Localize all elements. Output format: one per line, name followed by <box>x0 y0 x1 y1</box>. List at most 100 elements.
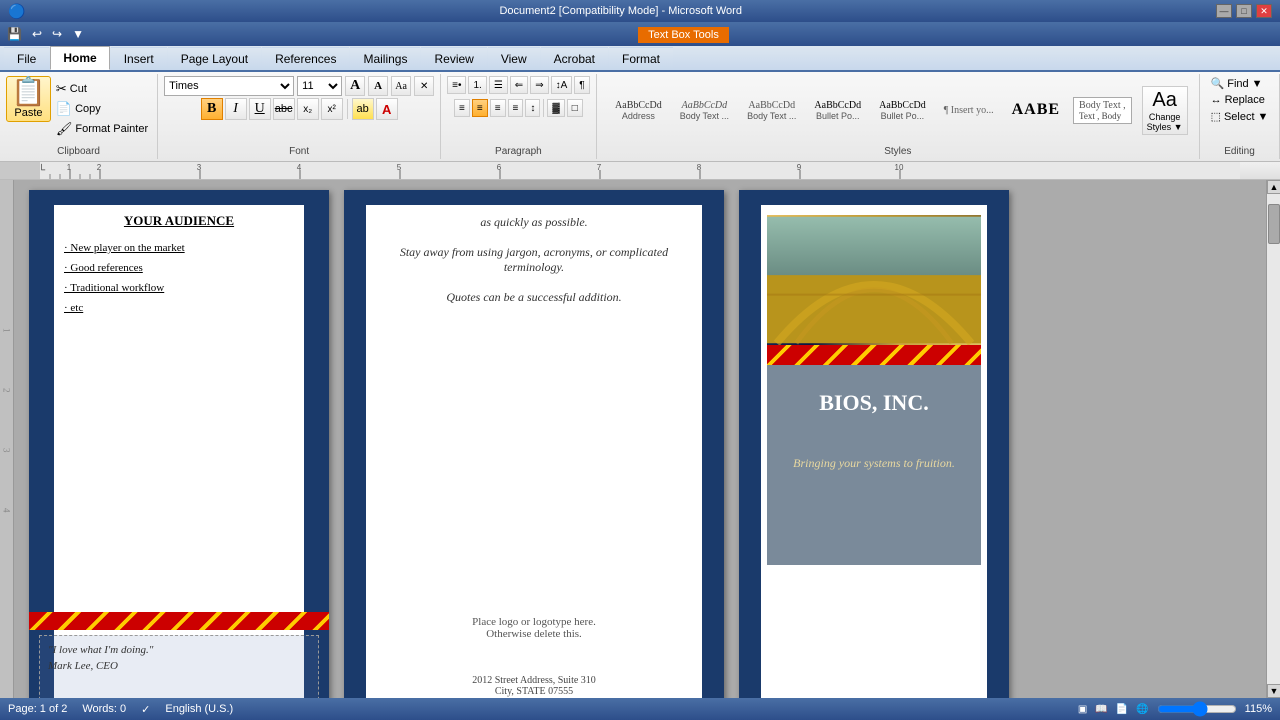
style-body-text-2[interactable]: AaBbCcDd Body Text ... <box>740 97 803 124</box>
minimize-button[interactable]: — <box>1216 4 1232 18</box>
style-address[interactable]: AaBbCcDd Address <box>608 97 669 124</box>
word-count: Words: 0 <box>82 703 126 715</box>
view-web-button[interactable]: 🌐 <box>1136 704 1148 715</box>
copy-button[interactable]: 📄 Copy <box>53 100 151 118</box>
page-3[interactable]: BIOS, INC. Bringing your systems to frui… <box>739 190 1009 698</box>
p1-content[interactable]: · New player on the market · Good refere… <box>29 237 329 327</box>
find-button[interactable]: 🔍 Find ▼ <box>1208 76 1266 91</box>
undo-qa-button[interactable]: ↩ <box>29 25 45 43</box>
view-reading-button[interactable]: 📖 <box>1095 704 1107 715</box>
change-case-button[interactable]: Aa <box>391 76 411 96</box>
p2-text1: as quickly as possible. <box>372 205 696 240</box>
strikethrough-button[interactable]: abc <box>273 98 295 120</box>
bullets-button[interactable]: ≡• <box>447 76 466 94</box>
p2-right-stripe <box>702 190 724 698</box>
style-text-body[interactable]: Body Text , Text , Body <box>1073 97 1132 124</box>
increase-indent-button[interactable]: ⇒ <box>530 76 548 94</box>
align-right-button[interactable]: ≡ <box>490 99 506 117</box>
customize-qa-button[interactable]: ▼ <box>69 25 87 43</box>
title-bar: 🔵 Document2 [Compatibility Mode] - Micro… <box>0 0 1280 22</box>
font-color-button[interactable]: A <box>376 98 398 120</box>
p1-header: YOUR AUDIENCE <box>29 205 329 237</box>
view-normal-button[interactable]: ▣ <box>1078 704 1087 715</box>
svg-text:10: 10 <box>895 163 904 172</box>
language[interactable]: English (U.S.) <box>165 703 233 715</box>
tab-mailings[interactable]: Mailings <box>350 47 420 70</box>
font-size-select[interactable]: 11 <box>297 76 342 96</box>
paragraph-group: ≡• 1. ☰ ⇐ ⇒ ↕A ¶ ≡ ≡ ≡ ≡ ↕ ▓ □ Paragraph <box>441 74 596 159</box>
style-insert[interactable]: ¶ Insert yo... <box>937 102 1001 119</box>
paste-button[interactable]: 📋 Paste <box>6 76 51 122</box>
font-name-select[interactable]: Times <box>164 76 294 96</box>
view-print-button[interactable]: 📄 <box>1116 704 1128 715</box>
italic-button[interactable]: I <box>225 98 247 120</box>
format-painter-button[interactable]: 🖌 Format Painter <box>53 120 151 138</box>
scroll-thumb[interactable] <box>1268 204 1280 244</box>
scroll-track[interactable] <box>1267 194 1280 684</box>
tab-acrobat[interactable]: Acrobat <box>541 47 608 70</box>
replace-button[interactable]: ↔ Replace <box>1208 93 1268 107</box>
scroll-up-button[interactable]: ▲ <box>1267 180 1280 194</box>
style-body-text-1[interactable]: AaBbCcDd Body Text ... <box>673 97 736 124</box>
change-styles-button[interactable]: Aa ChangeStyles ▼ <box>1142 86 1188 135</box>
p1-quote-box[interactable]: "I love what I'm doing." Mark Lee, CEO <box>39 635 319 698</box>
tab-review[interactable]: Review <box>421 47 486 70</box>
ruler: // ticks rendered via CSS background 1 2… <box>0 162 1280 180</box>
p2-main-content[interactable]: as quickly as possible. Stay away from u… <box>372 205 696 315</box>
svg-text:8: 8 <box>697 163 702 172</box>
style-heading[interactable]: AABE <box>1005 98 1067 122</box>
svg-text:6: 6 <box>497 163 502 172</box>
tab-insert[interactable]: Insert <box>111 47 167 70</box>
tab-view[interactable]: View <box>488 47 540 70</box>
tab-page-layout[interactable]: Page Layout <box>168 47 261 70</box>
p2-logo-area[interactable]: Place logo or logotype here. Otherwise d… <box>372 611 696 645</box>
justify-button[interactable]: ≡ <box>508 99 524 117</box>
shading-button[interactable]: ▓ <box>547 99 564 117</box>
tab-references[interactable]: References <box>262 47 349 70</box>
redo-qa-button[interactable]: ↪ <box>49 25 65 43</box>
tab-home[interactable]: Home <box>50 46 109 70</box>
document-area: 1 2 3 4 YOUR AUDIENCE · New player on th… <box>0 180 1280 698</box>
close-button[interactable]: ✕ <box>1256 4 1272 18</box>
underline-button[interactable]: U <box>249 98 271 120</box>
multilevel-button[interactable]: ☰ <box>489 76 508 94</box>
style-bullet-1[interactable]: AaBbCcDd Bullet Po... <box>807 97 868 124</box>
align-center-button[interactable]: ≡ <box>472 99 488 117</box>
numbering-button[interactable]: 1. <box>468 76 486 94</box>
line-spacing-button[interactable]: ↕ <box>525 99 540 117</box>
save-qa-button[interactable]: 💾 <box>4 25 25 43</box>
page-1[interactable]: YOUR AUDIENCE · New player on the market… <box>29 190 329 698</box>
shrink-font-button[interactable]: A <box>368 76 388 96</box>
borders-button[interactable]: □ <box>567 99 583 117</box>
p2-content-area[interactable] <box>372 315 696 615</box>
tab-file[interactable]: File <box>4 47 49 70</box>
scroll-down-button[interactable]: ▼ <box>1267 684 1280 698</box>
page-2[interactable]: as quickly as possible. Stay away from u… <box>344 190 724 698</box>
clear-format-button[interactable]: ✕ <box>414 76 434 96</box>
decrease-indent-button[interactable]: ⇐ <box>510 76 528 94</box>
p1-whitespace[interactable] <box>29 327 329 607</box>
superscript-button[interactable]: x² <box>321 98 343 120</box>
status-bar: Page: 1 of 2 Words: 0 ✓ English (U.S.) ▣… <box>0 698 1280 720</box>
p1-bottom-stripe <box>29 612 329 630</box>
bold-button[interactable]: B <box>201 98 223 120</box>
show-formatting-button[interactable]: ¶ <box>574 76 589 94</box>
spell-check-icon[interactable]: ✓ <box>141 703 150 716</box>
sort-button[interactable]: ↕A <box>551 76 573 94</box>
highlight-button[interactable]: ab <box>352 98 374 120</box>
textbox-tools-label: Text Box Tools <box>638 27 729 43</box>
cut-button[interactable]: ✂ Cut <box>53 80 151 98</box>
p3-right-stripe <box>987 190 1009 698</box>
style-bullet-2[interactable]: AaBbCcDd Bullet Po... <box>872 97 933 124</box>
grow-font-button[interactable]: A <box>345 76 365 96</box>
editing-group: 🔍 Find ▼ ↔ Replace ⬚ Select ▼ Editing <box>1200 74 1280 159</box>
pages-container[interactable]: YOUR AUDIENCE · New player on the market… <box>14 180 1266 698</box>
zoom-slider[interactable] <box>1157 703 1237 715</box>
ribbon-tab-bar: File Home Insert Page Layout References … <box>0 46 1280 72</box>
vertical-scrollbar[interactable]: ▲ ▼ <box>1266 180 1280 698</box>
maximize-button[interactable]: □ <box>1236 4 1252 18</box>
align-left-button[interactable]: ≡ <box>454 99 470 117</box>
tab-format[interactable]: Format <box>609 47 673 70</box>
subscript-button[interactable]: x₂ <box>297 98 319 120</box>
select-button[interactable]: ⬚ Select ▼ <box>1208 109 1272 124</box>
